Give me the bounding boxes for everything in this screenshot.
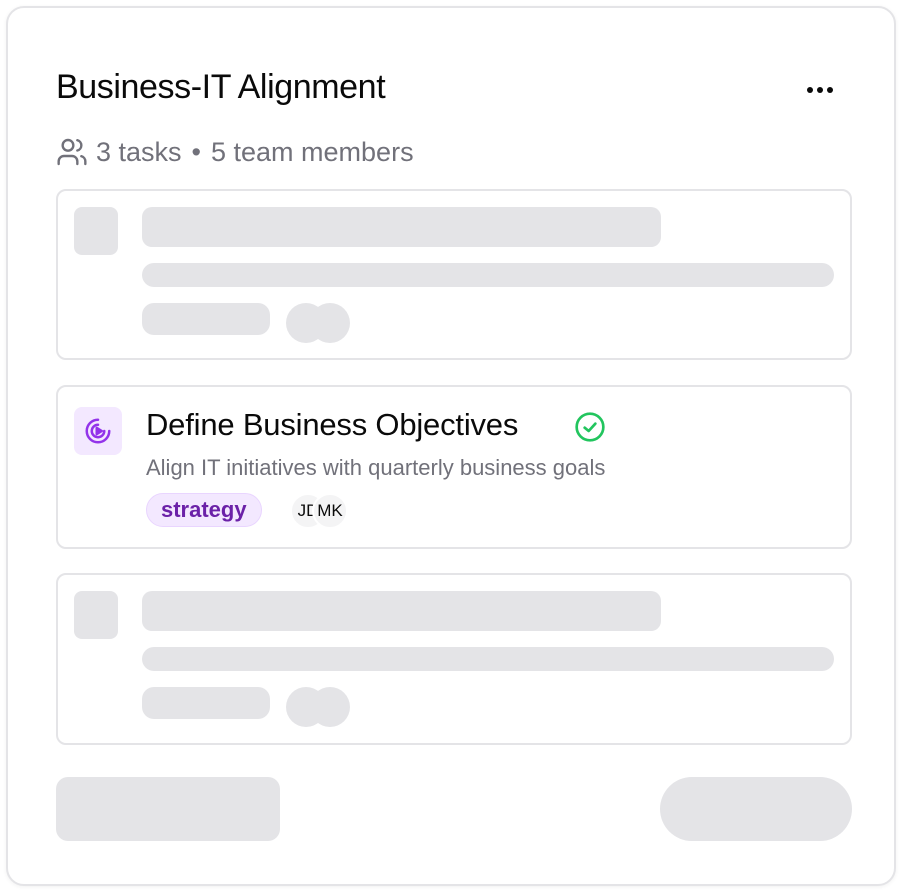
avatar[interactable]: MK <box>312 493 348 529</box>
skeleton-title <box>142 207 661 247</box>
meta-separator: • <box>191 136 201 167</box>
skeleton-footer-button <box>660 777 852 841</box>
skeleton-icon <box>74 207 118 255</box>
skeleton-avatar <box>310 687 350 727</box>
project-card: Business-IT Alignment 3 tasks • 5 team m… <box>6 6 896 886</box>
skeleton-description <box>142 263 834 287</box>
task-count: 3 tasks <box>96 136 182 167</box>
skeleton-avatar <box>310 303 350 343</box>
skeleton-footer-left <box>56 777 280 841</box>
task-item[interactable]: Define Business Objectives Align IT init… <box>56 385 852 549</box>
card-title: Business-IT Alignment <box>56 68 386 106</box>
member-count: 5 team members <box>211 136 414 167</box>
more-options-button[interactable] <box>798 70 842 110</box>
more-horizontal-icon <box>807 87 833 93</box>
task-title: Define Business Objectives <box>146 407 519 442</box>
task-skeleton <box>56 573 852 745</box>
skeleton-description <box>142 647 834 671</box>
skeleton-title <box>142 591 661 631</box>
check-circle-icon <box>574 411 606 443</box>
skeleton-tag <box>142 303 270 335</box>
users-icon <box>56 136 88 168</box>
target-icon <box>74 407 122 455</box>
task-skeleton <box>56 189 852 360</box>
task-description: Align IT initiatives with quarterly busi… <box>146 455 606 480</box>
skeleton-tag <box>142 687 270 719</box>
skeleton-icon <box>74 591 118 639</box>
card-meta: 3 tasks • 5 team members <box>56 136 414 168</box>
tag-strategy[interactable]: strategy <box>146 493 262 527</box>
